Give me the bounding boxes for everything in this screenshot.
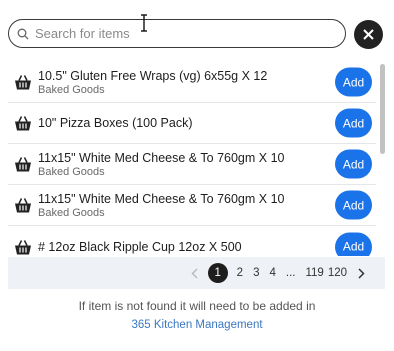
item-name: 10" Pizza Boxes (100 Pack) xyxy=(38,116,193,130)
pagination: 1 2 3 4 ... 119 120 xyxy=(8,257,385,289)
page-link[interactable]: 119 xyxy=(305,267,323,279)
item-name: 10.5" Gluten Free Wraps (vg) 6x55g X 12 xyxy=(38,68,268,83)
item-category: Baked Goods xyxy=(38,165,105,178)
page-link[interactable]: 3 xyxy=(253,267,259,279)
add-button[interactable]: Add xyxy=(335,190,372,220)
search-field[interactable] xyxy=(8,19,346,48)
basket-icon xyxy=(15,116,31,131)
basket-icon xyxy=(15,198,31,213)
basket-icon xyxy=(15,239,31,254)
add-button[interactable]: Add xyxy=(335,149,372,179)
item-list[interactable]: 10.5" Gluten Free Wraps (vg) 6x55g X 12 B… xyxy=(8,62,376,256)
page-link[interactable]: 2 xyxy=(237,267,243,279)
list-item: 10.5" Gluten Free Wraps (vg) 6x55g X 12 B… xyxy=(8,62,376,103)
page-current[interactable]: 1 xyxy=(207,263,228,283)
list-scrollbar[interactable] xyxy=(379,62,385,256)
item-category: Baked Goods xyxy=(38,206,105,219)
add-button[interactable]: Add xyxy=(335,232,372,256)
basket-icon xyxy=(15,75,31,90)
text-cursor-icon xyxy=(141,14,147,32)
chevron-left-icon xyxy=(191,267,198,279)
next-page-button[interactable] xyxy=(358,267,365,279)
page-link[interactable]: 4 xyxy=(269,267,275,279)
footer: If item is not found it will need to be … xyxy=(0,299,394,333)
list-item: # 12oz Black Ripple Cup 12oz X 500 Add xyxy=(8,226,376,256)
not-found-note: If item is not found it will need to be … xyxy=(78,299,316,313)
search-header xyxy=(0,0,394,56)
item-category: Baked Goods xyxy=(38,83,105,96)
item-name: 11x15" White Med Cheese & To 760gm X 10 xyxy=(38,150,285,165)
item-name: 11x15" White Med Cheese & To 760gm X 10 xyxy=(38,191,285,206)
basket-icon xyxy=(15,157,31,172)
list-item: 10" Pizza Boxes (100 Pack) Add xyxy=(8,103,376,144)
page-ellipsis: ... xyxy=(285,267,296,279)
add-button[interactable]: Add xyxy=(335,67,372,97)
search-input[interactable] xyxy=(35,26,315,41)
scroll-thumb[interactable] xyxy=(380,64,385,154)
chevron-right-icon xyxy=(358,267,365,279)
search-icon xyxy=(17,28,29,39)
prev-page-button[interactable] xyxy=(191,267,198,279)
page-link[interactable]: 120 xyxy=(328,267,347,279)
list-item: 11x15" White Med Cheese & To 760gm X 10 B… xyxy=(8,144,376,185)
kitchen-management-link[interactable]: 365 Kitchen Management xyxy=(131,319,262,331)
list-item: 11x15" White Med Cheese & To 760gm X 10 B… xyxy=(8,185,376,226)
close-icon xyxy=(363,29,374,40)
add-button[interactable]: Add xyxy=(335,108,372,138)
item-name: # 12oz Black Ripple Cup 12oz X 500 xyxy=(38,239,242,254)
close-button[interactable] xyxy=(354,20,383,49)
